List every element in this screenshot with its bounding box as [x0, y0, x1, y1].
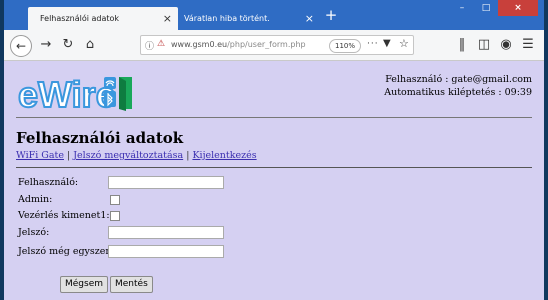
- tab-close-icon[interactable]: ×: [163, 12, 172, 25]
- library-icon[interactable]: ‖: [454, 37, 470, 53]
- back-arrow-icon[interactable]: ←: [10, 35, 32, 57]
- bookmark-star-icon[interactable]: ☆: [399, 37, 409, 50]
- link-change-password[interactable]: Jelszó megváltoztatása: [73, 150, 183, 161]
- divider: [16, 117, 532, 118]
- maximize-button[interactable]: □: [474, 0, 498, 16]
- forward-arrow-icon[interactable]: →: [38, 37, 54, 53]
- link-wifi-gate[interactable]: WiFi Gate: [16, 150, 64, 161]
- password-input[interactable]: [108, 226, 224, 239]
- password-again-input[interactable]: [108, 245, 224, 258]
- url-text[interactable]: www.gsm0.eu/php/user_form.php: [171, 40, 321, 49]
- cancel-button[interactable]: Mégsem: [60, 276, 109, 293]
- info-icon[interactable]: ⓘ: [145, 39, 157, 52]
- url-bar[interactable]: ⓘ ⚠ www.gsm0.eu/php/user_form.php 110% ·…: [140, 35, 414, 55]
- page-title: Felhasználói adatok: [16, 129, 184, 147]
- window-controls: – □ ×: [450, 0, 538, 16]
- sidebar-icon[interactable]: ◫: [476, 37, 492, 53]
- logged-in-user: Felhasználó : gate@gmail.com: [385, 74, 532, 85]
- label-user: Felhasználó:: [18, 177, 79, 188]
- minimize-button[interactable]: –: [450, 0, 474, 16]
- save-button[interactable]: Mentés: [110, 276, 153, 293]
- label-output1: Vezérlés kimenet1:: [18, 210, 110, 221]
- pocket-icon[interactable]: ▼: [383, 38, 391, 49]
- link-logout[interactable]: Kijelentkezés: [192, 150, 256, 161]
- page-actions-icon[interactable]: ···: [367, 39, 379, 49]
- tab-title: Váratlan hiba történt.: [184, 14, 270, 23]
- label-password: Jelszó:: [18, 227, 50, 238]
- tab-error[interactable]: Váratlan hiba történt. ×: [180, 7, 320, 30]
- insecure-lock-icon[interactable]: ⚠: [157, 39, 169, 51]
- navigation-bar: ← → ↻ ⌂ ⓘ ⚠ www.gsm0.eu/php/user_form.ph…: [4, 30, 544, 61]
- close-window-button[interactable]: ×: [498, 0, 538, 16]
- home-icon[interactable]: ⌂: [82, 37, 98, 53]
- admin-checkbox[interactable]: [110, 195, 120, 205]
- separator: |: [186, 150, 190, 161]
- auto-logout-timer: Automatikus kiléptetés : 09:39: [384, 87, 532, 98]
- session-info: Felhasználó : gate@gmail.com Automatikus…: [384, 73, 532, 99]
- separator: |: [67, 150, 71, 161]
- tab-title: Felhasználói adatok: [40, 14, 120, 23]
- tab-close-icon[interactable]: ×: [305, 12, 314, 25]
- user-input[interactable]: [108, 176, 224, 189]
- menu-icon[interactable]: ☰: [520, 37, 536, 53]
- tab-user-data[interactable]: Felhasználói adatok ×: [28, 7, 178, 30]
- label-password-again: Jelszó még egyszer:: [18, 246, 114, 257]
- sync-icon[interactable]: ◉: [498, 37, 514, 53]
- reload-icon[interactable]: ↻: [60, 37, 76, 53]
- page-content: eWire Felhasználó : gate@gmail.com Autom…: [4, 61, 544, 300]
- nav-links: WiFi Gate | Jelszó megváltoztatása | Kij…: [16, 150, 257, 161]
- tab-strip: Felhasználói adatok × Váratlan hiba tört…: [4, 0, 544, 30]
- output1-checkbox[interactable]: [110, 211, 120, 221]
- divider: [16, 167, 532, 168]
- new-tab-button[interactable]: +: [322, 6, 340, 24]
- ewire-logo: eWire: [16, 71, 136, 116]
- logo-text: eWire: [18, 74, 116, 115]
- label-admin: Admin:: [18, 194, 53, 205]
- browser-window: Felhasználói adatok × Váratlan hiba tört…: [4, 0, 544, 300]
- zoom-indicator[interactable]: 110%: [329, 39, 362, 53]
